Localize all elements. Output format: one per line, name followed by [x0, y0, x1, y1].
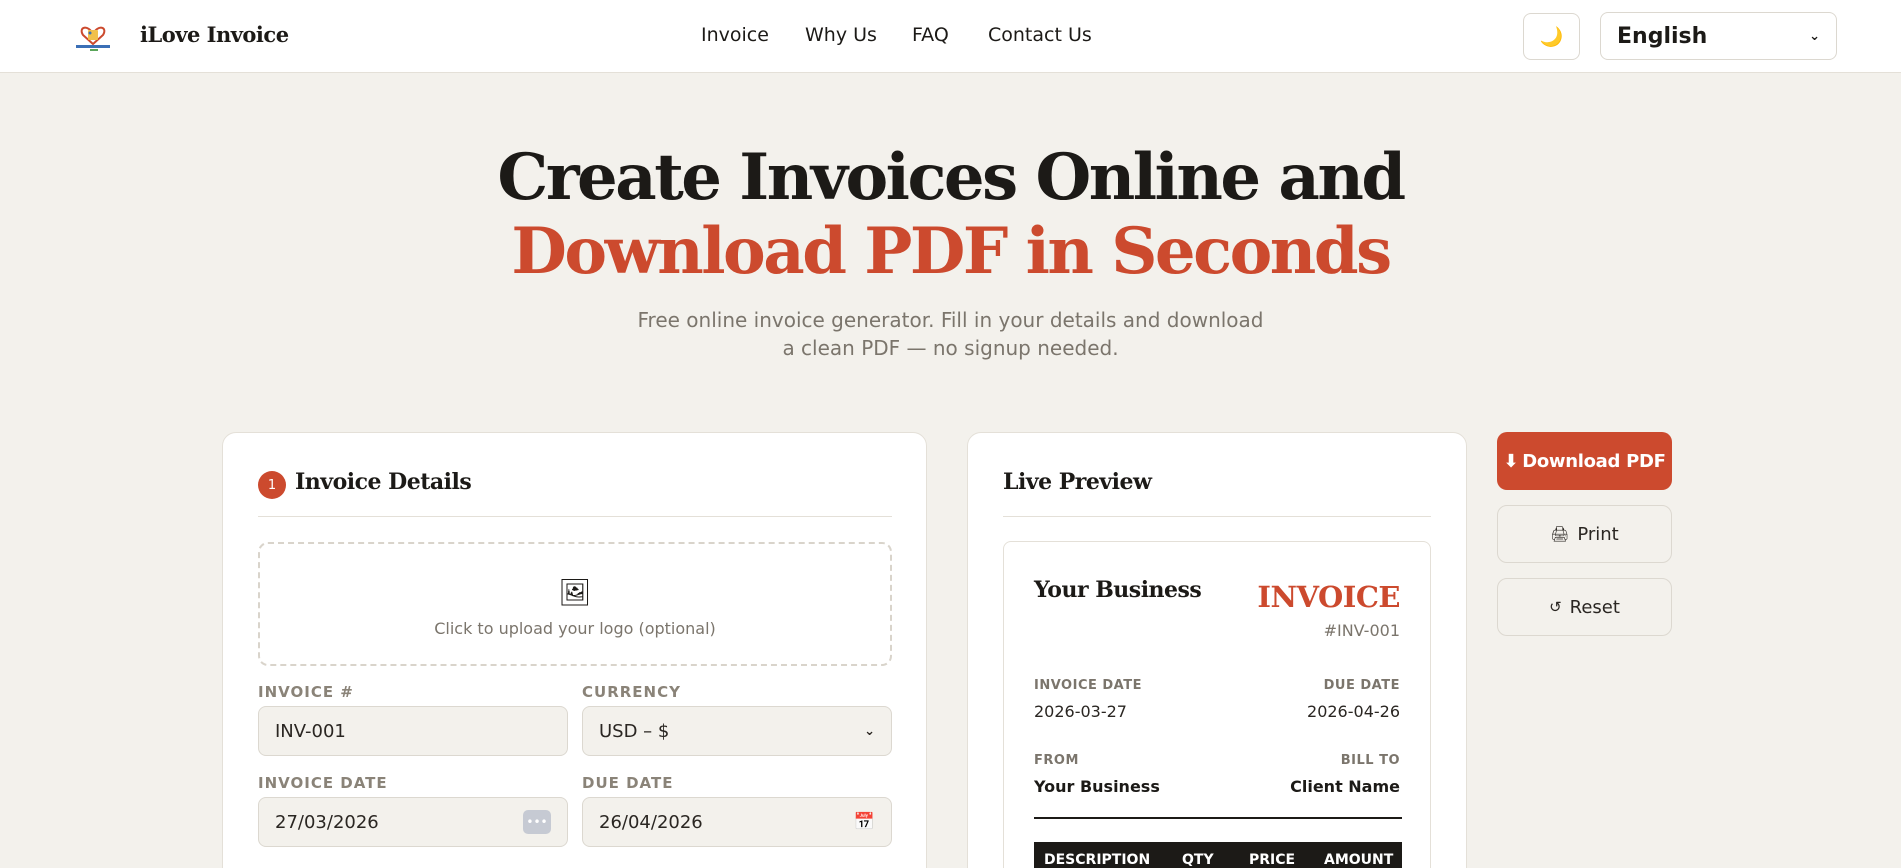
col-amount: AMOUNT	[1324, 852, 1394, 868]
nav-why-us[interactable]: Why Us	[805, 24, 877, 46]
invoice-preview-sheet: Your Business INVOICE #INV-001 INVOICE D…	[1003, 541, 1431, 868]
invoice-details-card: 1 Invoice Details 🖼 Click to upload your…	[222, 432, 927, 868]
preview-invoice-number: #INV-001	[1323, 621, 1400, 640]
section-divider	[258, 516, 892, 517]
currency-value: USD – $	[599, 720, 670, 742]
language-value: English	[1617, 23, 1708, 49]
preview-rule	[1034, 817, 1402, 819]
top-navbar: iLove Invoice Invoice Why Us FAQ Contact…	[0, 0, 1901, 73]
preview-from-label: FROM	[1034, 753, 1079, 768]
col-qty: QTY	[1182, 852, 1214, 868]
invoice-date-label: INVOICE DATE	[258, 774, 388, 792]
due-date-label: DUE DATE	[582, 774, 674, 792]
preview-due-label: DUE DATE	[1323, 678, 1400, 693]
due-date-value: 26/04/2026	[599, 811, 703, 833]
reset-button[interactable]: ↺ Reset	[1497, 578, 1672, 636]
due-date-input[interactable]: 26/04/2026 📅	[582, 797, 892, 847]
download-pdf-button[interactable]: ⬇ Download PDF	[1497, 432, 1672, 490]
preview-date-value: 2026-03-27	[1034, 702, 1127, 721]
download-label: Download PDF	[1522, 450, 1666, 472]
col-description: DESCRIPTION	[1044, 852, 1151, 868]
calendar-icon[interactable]: 📅	[854, 812, 875, 832]
preview-doc-title: INVOICE	[1257, 580, 1400, 614]
hero-title-line1: Create Invoices Online and	[497, 140, 1406, 215]
preview-billto-label: BILL TO	[1340, 753, 1400, 768]
preview-table-header: DESCRIPTION QTY PRICE AMOUNT	[1034, 842, 1402, 868]
language-select[interactable]: English ⌄	[1600, 12, 1837, 60]
currency-label: CURRENCY	[582, 683, 681, 701]
chevron-down-icon: ⌄	[1809, 28, 1820, 44]
preview-due-value: 2026-04-26	[1307, 702, 1400, 721]
reset-label: Reset	[1569, 596, 1620, 618]
invoice-date-value: 27/03/2026	[275, 811, 379, 833]
upload-hint: Click to upload your logo (optional)	[434, 619, 716, 638]
hero-subtitle-line1: Free online invoice generator. Fill in y…	[637, 308, 1264, 332]
step-badge: 1	[258, 471, 286, 499]
moon-icon: 🌙	[1539, 26, 1564, 48]
invoice-number-input[interactable]: INV-001	[258, 706, 568, 756]
print-button[interactable]: 🖨 Print	[1497, 505, 1672, 563]
live-preview-title: Live Preview	[1003, 469, 1152, 495]
col-price: PRICE	[1249, 852, 1296, 868]
chevron-down-icon: ⌄	[864, 723, 875, 739]
reset-icon: ↺	[1549, 598, 1562, 616]
live-preview-card: Live Preview Your Business INVOICE #INV-…	[967, 432, 1467, 868]
print-label: Print	[1577, 523, 1619, 545]
image-icon: 🖼	[558, 578, 592, 608]
theme-toggle-button[interactable]: 🌙	[1523, 13, 1580, 60]
preview-business-name: Your Business	[1034, 577, 1202, 603]
section-divider	[1003, 516, 1431, 517]
preview-from-value: Your Business	[1034, 777, 1160, 796]
logo-upload-dropzone[interactable]: 🖼 Click to upload your logo (optional)	[258, 542, 892, 666]
invoice-number-value: INV-001	[275, 720, 346, 742]
download-icon: ⬇	[1503, 450, 1519, 472]
hero-subtitle-line2: a clean PDF — no signup needed.	[782, 336, 1119, 360]
more-options-icon[interactable]: •••	[523, 810, 551, 834]
currency-select[interactable]: USD – $ ⌄	[582, 706, 892, 756]
nav-contact-us[interactable]: Contact Us	[988, 24, 1092, 46]
invoice-details-title: Invoice Details	[295, 469, 472, 495]
nav-faq[interactable]: FAQ	[912, 24, 949, 46]
nav-invoice[interactable]: Invoice	[701, 24, 769, 46]
invoice-number-label: INVOICE #	[258, 683, 354, 701]
preview-billto-value: Client Name	[1290, 777, 1400, 796]
hero-title-line2: Download PDF in Seconds	[511, 214, 1392, 289]
preview-date-label: INVOICE DATE	[1034, 678, 1142, 693]
invoice-date-input[interactable]: 27/03/2026 •••	[258, 797, 568, 847]
printer-icon: 🖨	[1550, 525, 1570, 543]
